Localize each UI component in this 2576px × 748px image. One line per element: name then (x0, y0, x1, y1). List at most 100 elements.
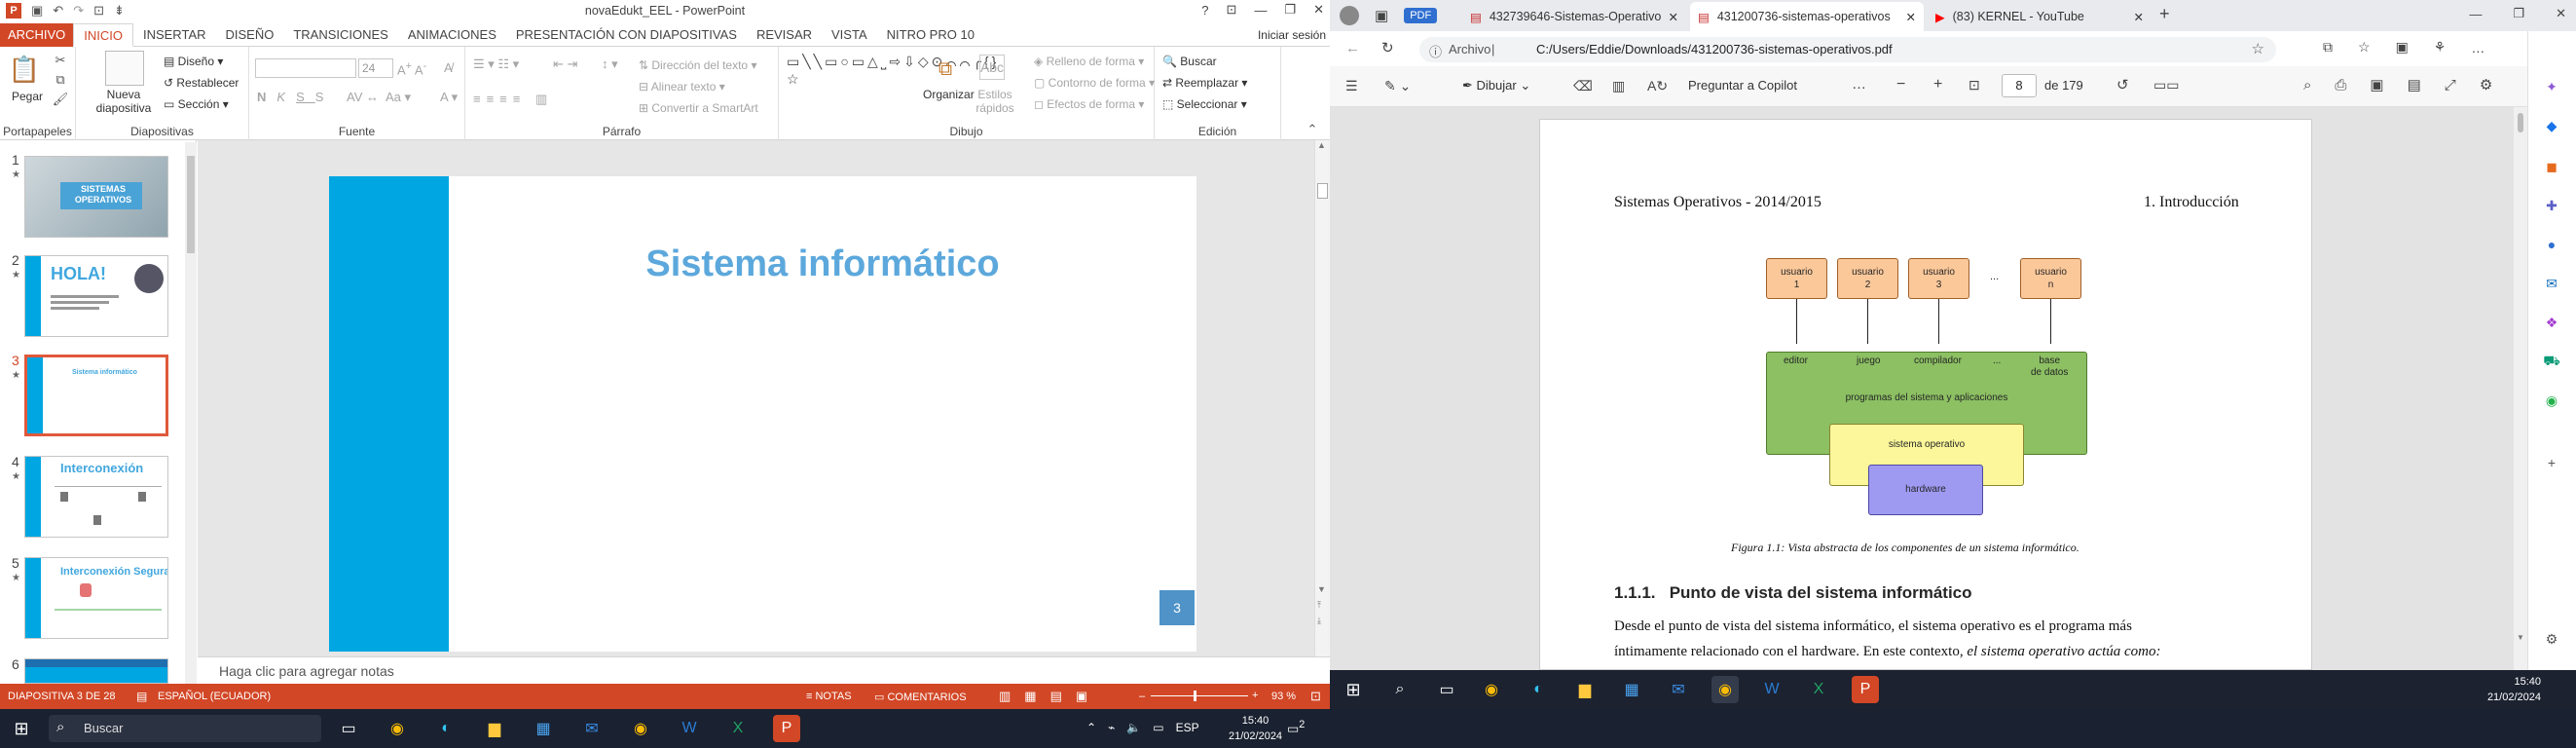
scroll-down-icon[interactable]: ▼ (1317, 584, 1326, 594)
network-icon[interactable]: ⌁ (1108, 721, 1115, 734)
fullscreen-icon[interactable]: ⤢ (2445, 77, 2456, 94)
contents-icon[interactable]: ☰ (1345, 78, 1358, 94)
office-icon[interactable]: ● (2541, 234, 2562, 255)
file-info-icon[interactable]: ⓘ (1429, 42, 1442, 60)
font-name-field[interactable] (255, 58, 356, 78)
tab-pdf-431200736[interactable]: ▤ 431200736-sistemas-operativos ✕ (1690, 2, 1924, 31)
smartart-button[interactable]: ⊞ Convertir a SmartArt (639, 101, 758, 115)
slide-thumb-1[interactable]: SISTEMAS OPERATIVOS (24, 156, 168, 238)
bullets-icon[interactable]: ☰ ▾ ☷ ▾ (473, 56, 519, 72)
file-explorer-icon[interactable]: ▆ (1571, 676, 1599, 703)
excel-icon[interactable]: X (1805, 676, 1832, 703)
format-painter-icon[interactable]: 🖌 (53, 92, 69, 107)
shopping-icon[interactable]: ⛟ (2541, 351, 2562, 372)
store-icon[interactable]: ▦ (1618, 676, 1645, 703)
zoom-out-icon[interactable]: − (1896, 76, 1905, 94)
help-icon[interactable]: ? (1201, 3, 1208, 18)
favorite-star-icon[interactable]: ☆ (2252, 40, 2264, 57)
notes-placeholder[interactable]: Haga clic para agregar notas (219, 663, 394, 679)
tab-close-icon[interactable]: ✕ (2134, 10, 2144, 24)
save-as-icon[interactable]: ▤ (2408, 76, 2421, 94)
back-icon[interactable]: ← (1345, 40, 1360, 56)
tab-revisar[interactable]: REVISAR (747, 23, 822, 47)
rotate-icon[interactable]: ↺ (2116, 76, 2129, 94)
workspaces-icon[interactable]: ▣ (1375, 7, 1388, 24)
keyboard-language[interactable]: ESP (1176, 721, 1199, 734)
zoom-in-icon[interactable]: + (1933, 76, 1942, 94)
font-style-buttons[interactable]: NKSS (257, 90, 334, 104)
address-bar[interactable]: ⓘ Archivo | C:/Users/Eddie/Downloads/431… (1419, 37, 2276, 62)
task-view-icon[interactable]: ▭ (335, 715, 362, 742)
zoom-slider[interactable] (1151, 695, 1248, 696)
scroll-up-icon[interactable]: ▲ (1317, 140, 1326, 150)
arrange-button[interactable]: Organizar (923, 88, 975, 101)
url-text[interactable]: C:/Users/Eddie/Downloads/431200736-siste… (1536, 42, 1893, 56)
paste-button[interactable]: Pegar (12, 90, 43, 103)
restore-icon[interactable]: ❐ (1284, 2, 1296, 18)
pdf-scrollbar[interactable]: ▲ ▼ (2514, 107, 2527, 670)
line-spacing-icon[interactable]: ↕ ▾ (602, 56, 618, 72)
new-tab-icon[interactable]: + (2159, 4, 2170, 24)
pdf-tab-badge-icon[interactable]: PDF (1404, 8, 1438, 23)
collections-icon[interactable]: ▣ (2396, 39, 2409, 56)
align-text-button[interactable]: ⊟ Alinear texto ▾ (639, 80, 725, 94)
highlight-icon[interactable]: ✎ ⌄ (1384, 78, 1411, 94)
shape-outline-button[interactable]: ▢ Contorno de forma ▾ (1034, 76, 1155, 90)
task-view-icon[interactable]: ▭ (1433, 676, 1460, 703)
hidden-icons-icon[interactable]: ⌃ (1086, 721, 1096, 734)
more-tools-icon[interactable]: … (1852, 76, 1866, 93)
outlook-icon[interactable]: ✉ (2541, 273, 2562, 294)
zoom-in-icon[interactable]: + (1252, 690, 1258, 701)
notes-pane[interactable]: Haga clic para agregar notas (198, 656, 1330, 684)
file-explorer-icon[interactable]: ▆ (481, 715, 508, 742)
slide-thumb-3[interactable]: Sistema informático (24, 355, 168, 436)
games-icon[interactable]: ✚ (2541, 195, 2562, 216)
volume-icon[interactable]: 🔈 (1126, 721, 1141, 734)
quick-styles-icon[interactable]: Abc (979, 55, 1005, 80)
edge-icon[interactable]: ◐ (1525, 676, 1552, 703)
indent-icon[interactable]: ⇤ ⇥ (553, 56, 577, 72)
slide-thumb-6[interactable] (24, 658, 168, 684)
new-slide-icon[interactable] (105, 51, 144, 86)
grow-font-icon[interactable]: A+ A- (397, 60, 426, 77)
fit-page-icon[interactable]: ⊡ (1969, 77, 1980, 94)
notifications-icon[interactable]: ▭2 (1287, 719, 1305, 736)
tab-presentacion[interactable]: PRESENTACIÓN CON DIAPOSITIVAS (506, 23, 747, 47)
tab-insertar[interactable]: INSERTAR (133, 23, 216, 47)
change-case-icon[interactable]: Aa ▾ (386, 90, 411, 105)
text-direction-button[interactable]: ⇅ Dirección del texto ▾ (639, 58, 756, 72)
language-indicator[interactable]: ESPAÑOL (ECUADOR) (158, 691, 271, 702)
settings-icon[interactable]: ⚙ (2480, 76, 2492, 94)
comments-button[interactable]: ▭ COMENTARIOS (874, 691, 967, 703)
slide-thumb-4[interactable]: Interconexión (24, 456, 168, 538)
chrome-icon[interactable]: ◉ (627, 715, 654, 742)
start-icon[interactable]: ⊞ (1340, 676, 1367, 703)
slide-thumb-5[interactable]: Interconexión Segura (24, 557, 168, 639)
close-icon[interactable]: ✕ (2556, 6, 2566, 21)
signin-link[interactable]: Iniciar sesión (1258, 23, 1326, 47)
favorites-icon[interactable]: ☆ (2358, 39, 2371, 56)
tab-nitro[interactable]: NITRO PRO 10 (877, 23, 984, 47)
arrange-icon[interactable]: ⧉ (931, 55, 960, 84)
split-screen-icon[interactable]: ⧉ (2323, 39, 2333, 56)
minimize-icon[interactable]: — (2469, 7, 2482, 21)
font-size-field[interactable]: 24 (358, 58, 393, 78)
word-icon[interactable]: W (1758, 676, 1785, 703)
print-icon[interactable]: ⎙ (2335, 77, 2346, 94)
search-sidebar-icon[interactable]: ✦ (2541, 76, 2562, 97)
more-icon[interactable]: … (2471, 40, 2484, 56)
slide-thumb-2[interactable]: HOLA! (24, 255, 168, 337)
designer-icon[interactable]: ❖ (2541, 312, 2562, 333)
restore-icon[interactable]: ❐ (2513, 6, 2524, 21)
read-aloud-icon[interactable]: A↻ (1647, 78, 1668, 94)
tab-close-icon[interactable]: ✕ (1906, 10, 1916, 24)
spelling-icon[interactable]: ▤ (136, 690, 147, 703)
shape-effects-button[interactable]: ◻ Efectos de forma ▾ (1034, 97, 1144, 111)
new-slide-button[interactable]: Nueva diapositiva (93, 88, 154, 115)
slide-scrollbar[interactable]: ▲ ▼ ⤒ ⤓ (1314, 140, 1330, 656)
quick-styles-button[interactable]: Estilos rápidos (974, 88, 1016, 115)
copilot-button[interactable]: Preguntar a Copilot (1688, 78, 1797, 93)
slide-title[interactable]: Sistema informático (449, 243, 1196, 285)
tab-diseno[interactable]: DISEÑO (216, 23, 284, 47)
clear-format-icon[interactable]: A̸ (444, 60, 453, 75)
